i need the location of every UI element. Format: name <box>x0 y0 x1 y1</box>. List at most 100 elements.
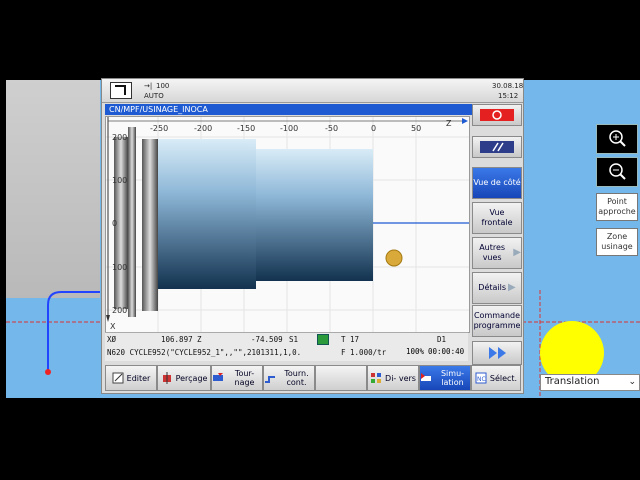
chuck-ring <box>142 139 158 311</box>
contour-turning-label: Tourn. cont. <box>284 369 309 387</box>
side-view-label: Vue de côté <box>473 178 521 187</box>
select-label: Sélect. <box>489 373 518 383</box>
slash-button[interactable] <box>472 136 522 158</box>
date: 30.08.18 <box>492 82 524 90</box>
svg-text:NC: NC <box>477 376 486 383</box>
z-coord-label: Z <box>197 335 202 344</box>
z-axis-arrow-icon <box>462 118 468 124</box>
edit-icon <box>112 372 124 384</box>
drilling-button[interactable]: Perçage <box>157 365 211 391</box>
misc-label: Di- vers <box>385 373 416 383</box>
program-control-label: Commande programme <box>473 311 521 330</box>
tool-number: T 17 <box>341 335 360 344</box>
chuck-face <box>128 127 136 317</box>
zoom-out-icon <box>609 163 626 180</box>
mode-arrow-icon: →| <box>144 82 153 90</box>
x-axis-label: X <box>110 322 116 331</box>
chevron-right-icon: ▶ <box>513 247 521 258</box>
z-coord-value: -74.509 <box>251 335 283 344</box>
turning-icon <box>213 373 223 381</box>
side-view-button[interactable]: Vue de côté <box>472 167 522 199</box>
other-views-label: Autres vues <box>479 243 506 262</box>
y-tick-label: 0 <box>112 219 117 228</box>
y-tick-label: 100 <box>112 263 127 272</box>
y-tick-label: 200 <box>112 133 127 142</box>
slash-icon <box>480 141 514 153</box>
cad-blue-contour <box>47 291 100 372</box>
machining-zone-button[interactable]: Zone usinage <box>596 228 638 256</box>
simulation-view[interactable]: -250 -200 -150 -100 -50 0 50 Z 200 100 0… <box>105 116 470 333</box>
turning-button[interactable]: Tour- nage <box>211 365 263 391</box>
edit-label: Editer <box>126 373 151 383</box>
front-view-button[interactable]: Vue frontale <box>472 202 522 234</box>
cnc-hmi-window: →| 100 AUTO 30.08.18 15:12 CN/MPF/USINAG… <box>101 78 524 394</box>
hmi-header: →| 100 AUTO 30.08.18 15:12 <box>102 79 523 103</box>
spindle-rotation-icon <box>317 334 329 345</box>
z-axis-label: Z <box>446 119 452 128</box>
misc-icon <box>371 373 382 383</box>
simulation-label: Simu- lation <box>440 369 465 387</box>
mode-counter: 100 <box>156 82 170 90</box>
x-tick-label: -50 <box>325 124 338 133</box>
select-icon: NC <box>475 372 487 384</box>
fast-forward-icon <box>489 347 506 359</box>
details-button[interactable]: Détails ▶ <box>472 272 522 304</box>
chevron-right-icon: ▶ <box>508 282 516 293</box>
x-tick-label: -200 <box>194 124 212 133</box>
machining-zone-label: Zone usinage <box>601 232 633 251</box>
zoom-in-button[interactable] <box>596 124 638 154</box>
spindle-label: S1 <box>289 335 299 344</box>
approach-point-button[interactable]: Point approche <box>596 193 638 221</box>
approach-point-label: Point approche <box>598 197 636 216</box>
empty-softkey[interactable] <box>315 365 367 391</box>
other-views-button[interactable]: Autres vues ▶ <box>472 237 522 269</box>
mode-label: AUTO <box>144 92 164 100</box>
feed-rate: F 1.000/tr <box>341 348 387 357</box>
cad-red-point <box>45 369 51 375</box>
fast-forward-button[interactable] <box>472 341 522 365</box>
x-axis-arrow-icon <box>106 315 110 322</box>
front-view-label: Vue frontale <box>481 208 513 227</box>
simulation-canvas: -250 -200 -150 -100 -50 0 50 Z 200 100 0… <box>106 117 469 332</box>
record-button[interactable] <box>472 104 522 126</box>
contour-icon <box>265 376 275 383</box>
mode-icon <box>110 82 132 99</box>
zoom-in-icon <box>609 130 626 147</box>
y-tick-label: 100 <box>112 176 127 185</box>
x-tick-label: -250 <box>150 124 168 133</box>
simulation-icon <box>421 373 431 381</box>
record-icon <box>480 109 514 121</box>
x-coord-label: XØ <box>107 335 117 344</box>
time: 15:12 <box>498 92 519 100</box>
misc-button[interactable]: Di- vers <box>367 365 419 391</box>
program-control-button[interactable]: Commande programme <box>472 305 522 337</box>
program-path: CN/MPF/USINAGE_INOCA <box>109 105 208 114</box>
x-tick-label: -150 <box>237 124 255 133</box>
x-tick-label: 50 <box>411 124 421 133</box>
y-tick-label: 200 <box>112 306 127 315</box>
translation-select[interactable]: Translation ⌄ <box>540 374 640 391</box>
drilling-label: Perçage <box>175 373 208 383</box>
elapsed-time: 00:00:40 <box>428 347 465 356</box>
simulation-button[interactable]: Simu- lation <box>419 365 471 391</box>
edit-button[interactable]: Editer <box>105 365 157 391</box>
tool-marker <box>385 249 403 267</box>
translation-value: Translation <box>545 376 600 387</box>
workpiece-small-diameter <box>256 149 373 281</box>
contour-turning-button[interactable]: Tourn. cont. <box>263 365 315 391</box>
tool-offset: D1 <box>437 335 447 344</box>
horizontal-softkey-bar: Editer Perçage Tour- nage Tourn. cont. D… <box>105 365 521 391</box>
zoom-out-button[interactable] <box>596 157 638 187</box>
nc-block-line: N620 CYCLE952("CYCLE952_1",,"",2101311,1… <box>107 348 302 357</box>
select-button[interactable]: NC Sélect. <box>471 365 521 391</box>
turning-label: Tour- nage <box>234 369 255 387</box>
chevron-down-icon: ⌄ <box>628 377 636 387</box>
details-label: Détails <box>478 283 507 292</box>
program-path-bar: CN/MPF/USINAGE_INOCA <box>105 104 472 115</box>
drill-icon <box>162 372 171 384</box>
workpiece-large-diameter <box>158 139 256 289</box>
override-value: 100% <box>406 347 425 356</box>
x-tick-label: -100 <box>280 124 298 133</box>
x-tick-label: 0 <box>371 124 376 133</box>
x-coord-value: 106.897 <box>161 335 193 344</box>
